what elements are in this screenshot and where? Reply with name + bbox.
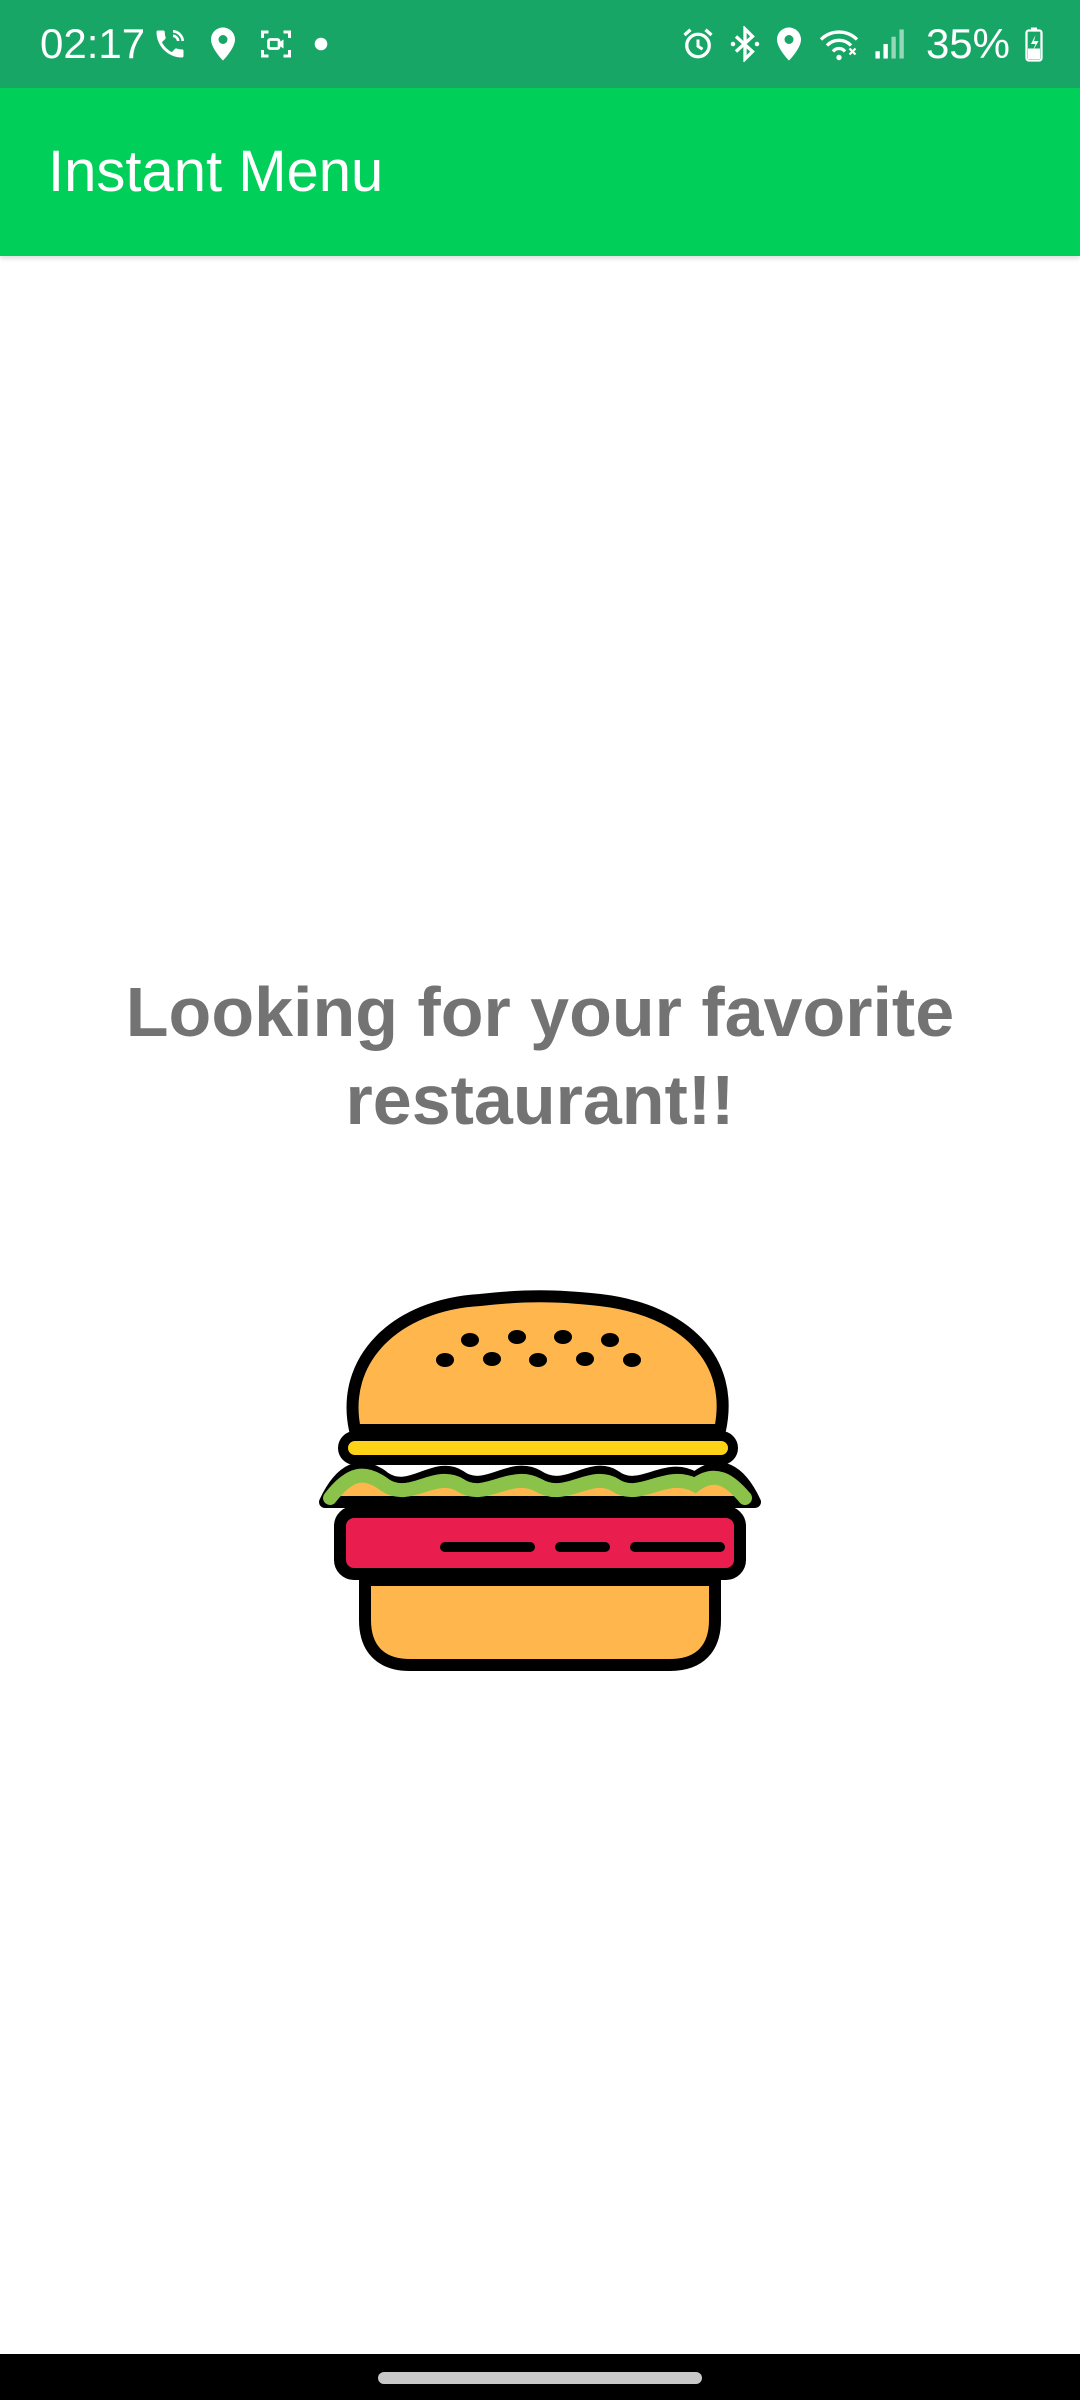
screen-record-icon (258, 26, 294, 62)
home-gesture-handle[interactable] (378, 2372, 702, 2384)
status-left-icons (152, 22, 328, 66)
wifi-icon (818, 26, 860, 62)
wifi-call-icon (152, 26, 188, 62)
screen: 02:17 35% Instant Menu Looking for your … (0, 0, 1080, 2400)
alarm-icon (680, 26, 716, 62)
bluetooth-icon (730, 26, 760, 62)
battery-percent: 35% (925, 20, 1010, 67)
status-bar: 02:17 35% (0, 0, 1080, 88)
battery-icon (1024, 26, 1044, 62)
burger-icon (310, 1290, 770, 1680)
loading-message: Looking for your favorite restaurant!! (125, 973, 955, 1139)
dot-icon (314, 37, 328, 51)
location-icon (208, 26, 238, 62)
app-bar: Instant Menu (0, 88, 1080, 256)
signal-icon (874, 26, 906, 62)
navigation-bar (0, 2354, 1080, 2400)
app-title: Instant Menu (48, 139, 384, 204)
status-right-icons: 35% (680, 18, 1044, 70)
status-time: 02:17 (40, 20, 146, 67)
location-icon (774, 26, 804, 62)
